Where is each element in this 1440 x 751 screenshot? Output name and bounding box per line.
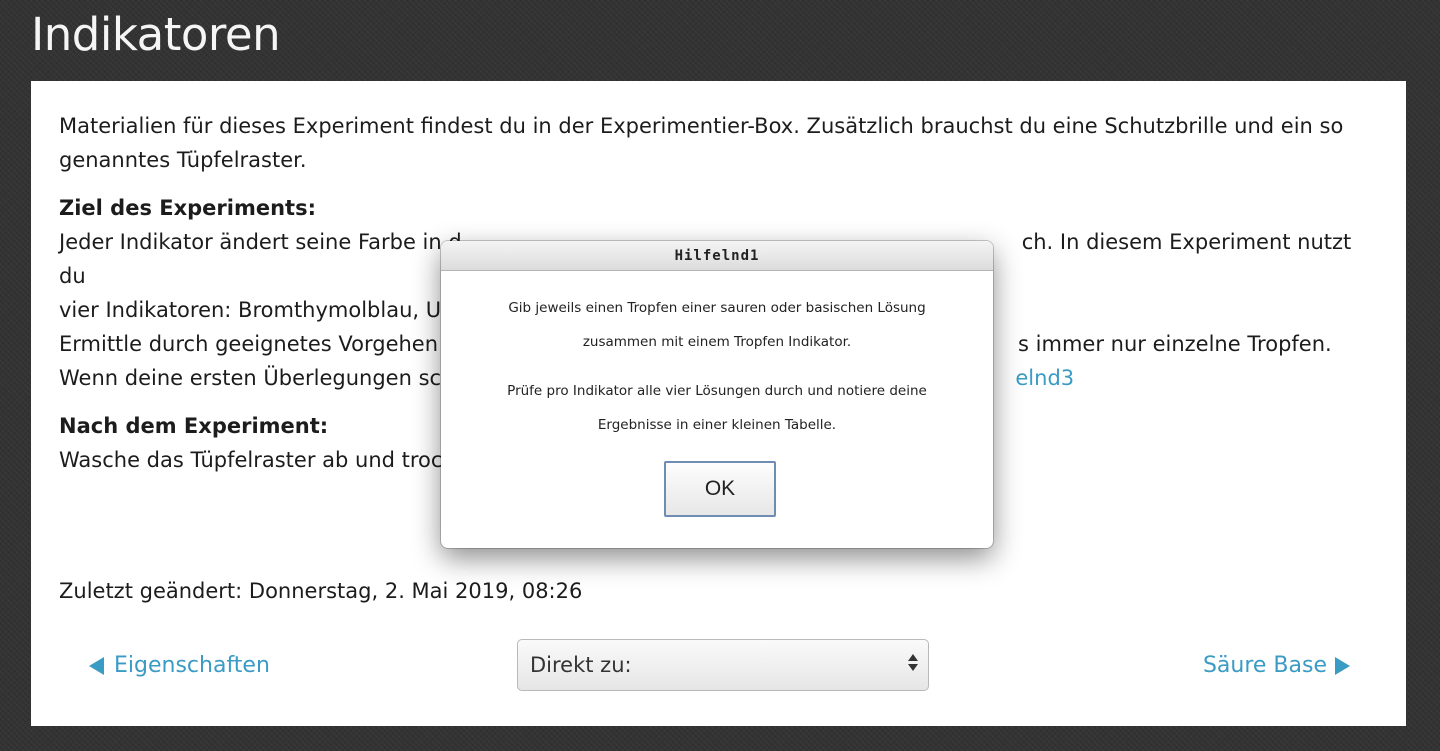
last-changed-text: Zuletzt geändert: Donnerstag, 2. Mai 201…: [59, 579, 583, 603]
select-updown-icon: [908, 654, 918, 671]
intro-text: Materialien für dieses Experiment findes…: [59, 114, 1344, 172]
goal-line-4-start: Wenn deine ersten Überlegungen sch: [59, 366, 455, 390]
goal-line-3-start: Ermittle durch geeignetes Vorgehen d: [59, 332, 459, 356]
goal-line-3-end: s immer nur einzelne Tropfen.: [1018, 332, 1332, 356]
goal-heading: Ziel des Experiments:: [59, 196, 316, 220]
arrow-right-icon: [1335, 657, 1350, 675]
next-activity-link[interactable]: Säure Base: [1203, 649, 1350, 683]
dialog-title[interactable]: Hilfelnd1: [441, 241, 993, 271]
dialog-line-2: zusammen mit einem Tropfen Indikator.: [582, 334, 852, 350]
dialog-line-3: Prüfe pro Indikator alle vier Lösungen d…: [507, 383, 927, 399]
jump-to-label: Direkt zu:: [530, 653, 632, 677]
dialog-body: Gib jeweils einen Tropfen einer sauren o…: [441, 271, 993, 442]
page-title: Indikatoren: [31, 8, 281, 61]
hint-link[interactable]: elnd3: [1015, 366, 1074, 390]
next-activity-label: Säure Base: [1202, 653, 1327, 678]
prev-activity-label: Eigenschaften: [114, 653, 270, 678]
dialog-line-1: Gib jeweils einen Tropfen einer sauren o…: [508, 300, 926, 316]
goal-line-1-start: Jeder Indikator ändert seine Farbe in d: [59, 230, 462, 254]
help-dialog: Hilfelnd1 Gib jeweils einen Tropfen eine…: [441, 241, 993, 548]
dialog-line-4: Ergebnisse in einer kleinen Tabelle.: [597, 417, 837, 433]
ok-button[interactable]: OK: [664, 461, 776, 517]
jump-to-select[interactable]: Direkt zu:: [517, 639, 929, 691]
arrow-left-icon: [89, 657, 104, 675]
prev-activity-link[interactable]: Eigenschaften: [89, 649, 270, 683]
